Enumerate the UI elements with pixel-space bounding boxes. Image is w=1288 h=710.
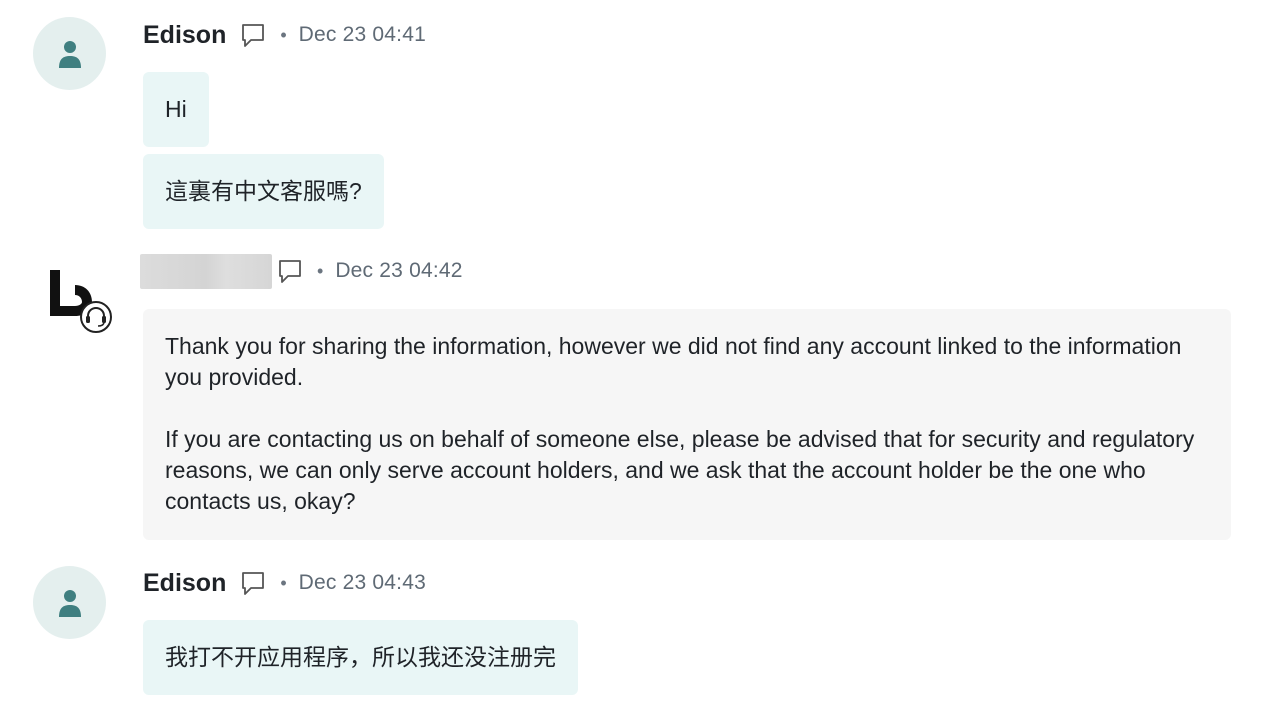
agent-avatar: [45, 265, 115, 335]
user-avatar: [33, 566, 106, 639]
message-bubble: Hi: [143, 72, 209, 147]
message-text: 我打不开应用程序，所以我还没注册完: [165, 644, 556, 670]
timestamp: Dec 23 04:41: [298, 23, 426, 46]
separator-dot: •: [280, 24, 287, 45]
comment-icon[interactable]: [240, 570, 266, 596]
message-header: Edison • Dec 23 04:43: [143, 567, 426, 599]
message-text: Hi: [165, 96, 187, 122]
separator-dot: •: [280, 572, 287, 593]
sender-name: Edison: [143, 568, 227, 597]
comment-icon[interactable]: [240, 22, 266, 48]
person-icon: [58, 589, 81, 617]
message-header: • Dec 23 04:42: [140, 253, 463, 289]
user-avatar: [33, 17, 106, 90]
timestamp: Dec 23 04:43: [298, 571, 426, 594]
message-bubble: Thank you for sharing the information, h…: [143, 309, 1231, 540]
redacted-sender-name: [140, 253, 272, 289]
separator-dot: •: [317, 260, 324, 281]
brand-logo-with-headset-icon: [50, 270, 112, 333]
message-text: 這裏有中文客服嗎?: [165, 178, 362, 204]
sender-name: Edison: [143, 20, 227, 49]
message-paragraph: Thank you for sharing the information, h…: [165, 333, 1182, 390]
person-icon: [58, 40, 81, 68]
message-header: Edison • Dec 23 04:41: [143, 19, 426, 51]
message-paragraph: If you are contacting us on behalf of so…: [165, 426, 1195, 514]
timestamp: Dec 23 04:42: [335, 259, 463, 282]
message-bubble: 這裏有中文客服嗎?: [143, 154, 384, 229]
message-bubble: 我打不开应用程序，所以我还没注册完: [143, 620, 578, 695]
comment-icon[interactable]: [277, 258, 303, 284]
